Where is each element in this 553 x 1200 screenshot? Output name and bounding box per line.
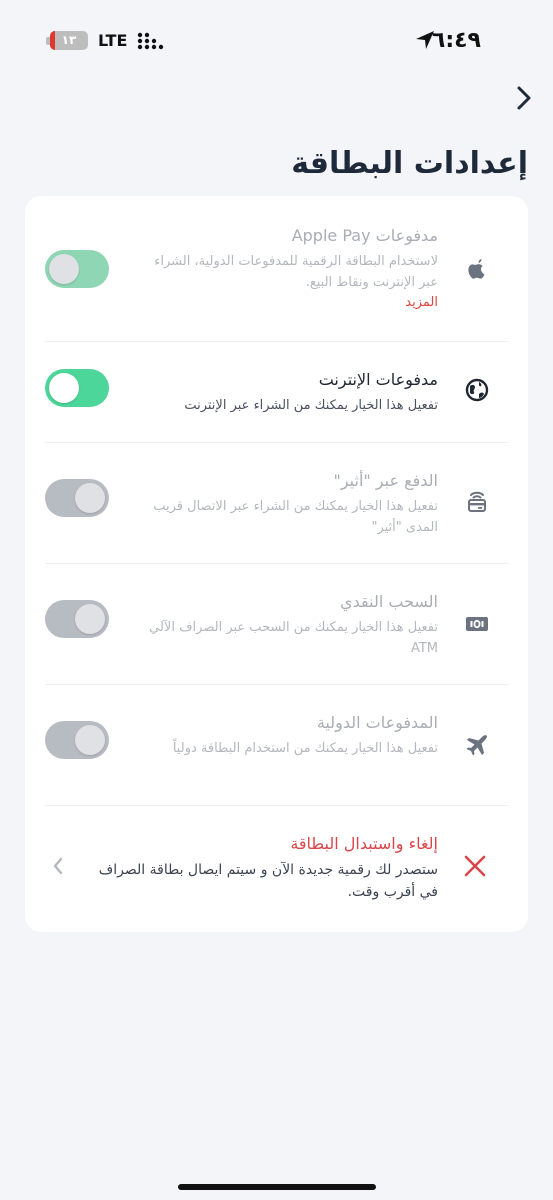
close-icon: [464, 855, 486, 877]
toggle-apple-pay[interactable]: [45, 250, 109, 288]
setting-row-cash-withdrawal: السحب النقدي تفعيل هذا الخيار يمكنك من ا…: [25, 564, 528, 684]
battery-cap: [46, 37, 50, 45]
cancel-text: إلغاء واستبدال البطاقة ستصدر لك رقمية جد…: [98, 834, 438, 903]
setting-text-international: المدفوعات الدولية تفعيل هذا الخيار يمكنك…: [138, 713, 438, 759]
status-bar: ٦:٤٩ ١٣ LTE: [0, 0, 553, 80]
setting-title: مدفوعات الإنترنت: [318, 370, 438, 389]
back-chevron-icon[interactable]: [513, 84, 535, 112]
setting-text-cash-withdrawal: السحب النقدي تفعيل هذا الخيار يمكنك من ا…: [138, 592, 438, 659]
setting-description: لاستخدام البطاقة الرقمية للمدفوعات الدول…: [154, 254, 438, 290]
network-type: LTE: [98, 31, 128, 50]
setting-description: تفعيل هذا الخيار يمكنك من الشراء عبر الا…: [153, 499, 438, 535]
setting-text-online-payments: مدفوعات الإنترنت تفعيل هذا الخيار يمكنك …: [138, 370, 438, 416]
setting-description: تفعيل هذا الخيار يمكنك من السحب عبر الصر…: [149, 620, 438, 656]
setting-row-apple-pay: مدفوعات Apple Pay لاستخدام البطاقة الرقم…: [25, 196, 528, 341]
status-time: ٦:٤٩: [431, 28, 481, 53]
setting-description: تفعيل هذا الخيار يمكنك من الشراء عبر الإ…: [184, 398, 438, 413]
airplane-icon: [466, 735, 487, 756]
chevron-left-icon: [53, 857, 63, 875]
settings-card: مدفوعات Apple Pay لاستخدام البطاقة الرقم…: [25, 196, 528, 932]
setting-row-online-payments: مدفوعات الإنترنت تفعيل هذا الخيار يمكنك …: [25, 342, 528, 442]
toggle-knob: [75, 604, 105, 634]
setting-title: مدفوعات Apple Pay: [291, 226, 438, 245]
toggle-knob: [49, 254, 79, 284]
toggle-knob: [75, 483, 105, 513]
toggle-online-payments[interactable]: [45, 369, 109, 407]
cancel-description: ستصدر لك رقمية جديدة الآن و سيتم ايصال ب…: [98, 862, 438, 900]
setting-description: تفعيل هذا الخيار يمكنك من استخدام البطاق…: [172, 741, 438, 756]
battery-indicator: ١٣: [50, 31, 88, 50]
toggle-international[interactable]: [45, 721, 109, 759]
page-title: إعدادات البطاقة: [291, 146, 528, 181]
apple-icon: [468, 259, 485, 279]
toggle-atheer[interactable]: [45, 479, 109, 517]
setting-row-atheer: الدفع عبر "أثير" تفعيل هذا الخيار يمكنك …: [25, 443, 528, 563]
globe-icon: [465, 378, 489, 402]
cancel-title: إلغاء واستبدال البطاقة: [290, 834, 438, 853]
contactless-card-icon: [468, 491, 486, 512]
location-arrow-icon: [416, 31, 434, 49]
toggle-knob: [75, 725, 105, 755]
battery-level: ١٣: [61, 33, 77, 47]
setting-title: المدفوعات الدولية: [316, 713, 438, 732]
setting-title: السحب النقدي: [340, 592, 438, 611]
setting-text-atheer: الدفع عبر "أثير" تفعيل هذا الخيار يمكنك …: [138, 471, 438, 538]
setting-row-international: المدفوعات الدولية تفعيل هذا الخيار يمكنك…: [25, 685, 528, 805]
home-indicator: [178, 1184, 376, 1190]
setting-title: الدفع عبر "أثير": [333, 471, 438, 490]
signal-icon: [137, 32, 164, 50]
cancel-replace-card-row[interactable]: إلغاء واستبدال البطاقة ستصدر لك رقمية جد…: [25, 806, 528, 932]
setting-text-apple-pay: مدفوعات Apple Pay لاستخدام البطاقة الرقم…: [138, 226, 438, 310]
toggle-cash-withdrawal[interactable]: [45, 600, 109, 638]
toggle-knob: [49, 373, 79, 403]
cash-icon: [466, 617, 488, 631]
more-link[interactable]: المزيد: [138, 295, 438, 310]
